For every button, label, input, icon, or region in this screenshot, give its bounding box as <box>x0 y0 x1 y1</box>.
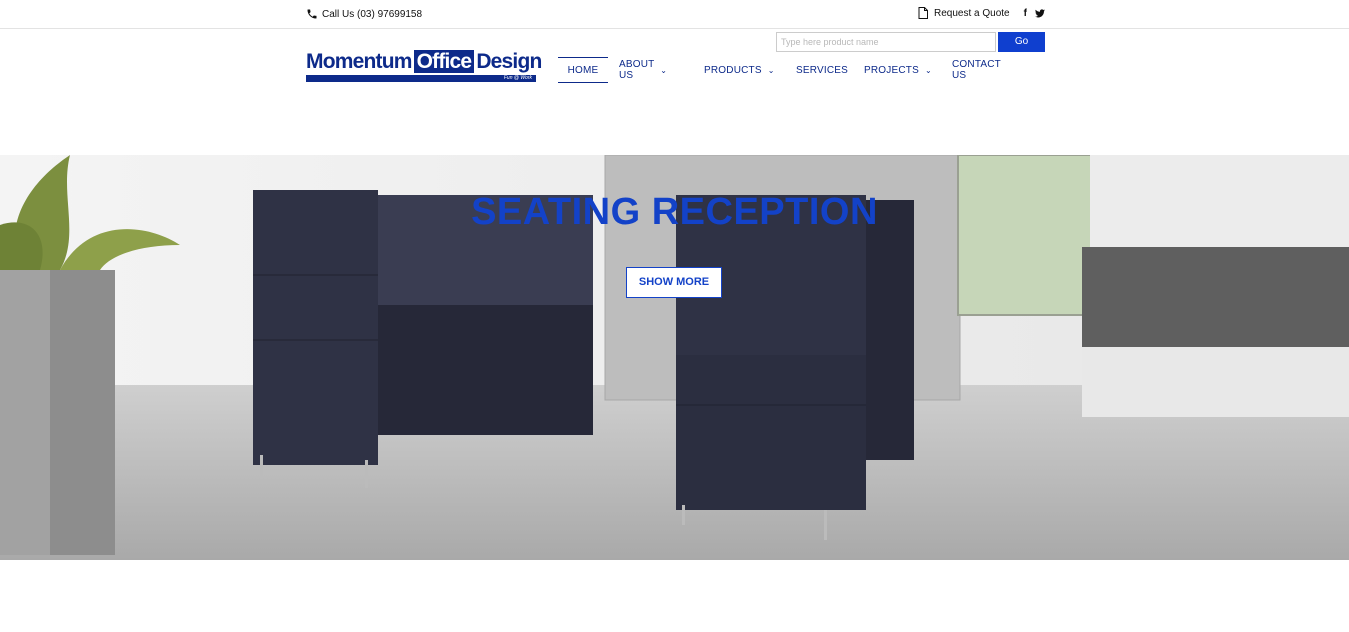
call-us[interactable]: Call Us (03) 97699158 <box>306 8 422 20</box>
top-bar: Call Us (03) 97699158 Request a Quote f <box>0 0 1349 29</box>
chevron-down-icon: ⌄ <box>660 65 668 75</box>
nav-about-us[interactable]: ABOUT US ⌄ <box>619 57 667 83</box>
top-right-links: Request a Quote f <box>918 7 1045 19</box>
nav-contact-us[interactable]: CONTACT US <box>952 57 1001 83</box>
search-go-button[interactable]: Go <box>998 32 1045 52</box>
nav-about-us-label: ABOUT US <box>619 59 655 81</box>
brand-logo[interactable]: Momentum Office Design Fun @ Work <box>306 50 542 84</box>
logo-word-office: Office <box>413 50 475 73</box>
logo-word-design: Design <box>476 50 542 73</box>
call-us-text: Call Us (03) 97699158 <box>322 8 423 20</box>
nav-projects[interactable]: PROJECTS ⌄ <box>864 57 932 83</box>
nav-services[interactable]: SERVICES <box>796 57 848 83</box>
show-more-button[interactable]: SHOW MORE <box>626 267 722 298</box>
request-quote-link[interactable]: Request a Quote <box>934 8 1010 19</box>
phone-icon <box>307 9 317 19</box>
nav-home-label: HOME <box>567 64 599 76</box>
document-icon <box>918 7 928 19</box>
chevron-down-icon: ⌄ <box>924 65 932 75</box>
product-search-input[interactable] <box>776 32 996 52</box>
nav-products-label: PRODUCTS <box>704 64 762 76</box>
facebook-icon[interactable]: f <box>1024 8 1027 19</box>
nav-contact-us-label: CONTACT US <box>952 59 1001 81</box>
nav-projects-label: PROJECTS <box>864 64 919 76</box>
logo-word-momentum: Momentum <box>306 50 412 73</box>
hero-slider[interactable]: SEATING RECEPTION SHOW MORE <box>0 155 1349 560</box>
nav-home[interactable]: HOME <box>558 57 608 83</box>
chevron-down-icon: ⌄ <box>767 65 775 75</box>
nav-services-label: SERVICES <box>796 64 848 76</box>
hero-title: SEATING RECEPTION <box>471 191 878 233</box>
twitter-icon[interactable] <box>1034 8 1045 18</box>
logo-tagline: Fun @ Work <box>306 75 536 82</box>
nav-products[interactable]: PRODUCTS ⌄ <box>704 57 775 83</box>
